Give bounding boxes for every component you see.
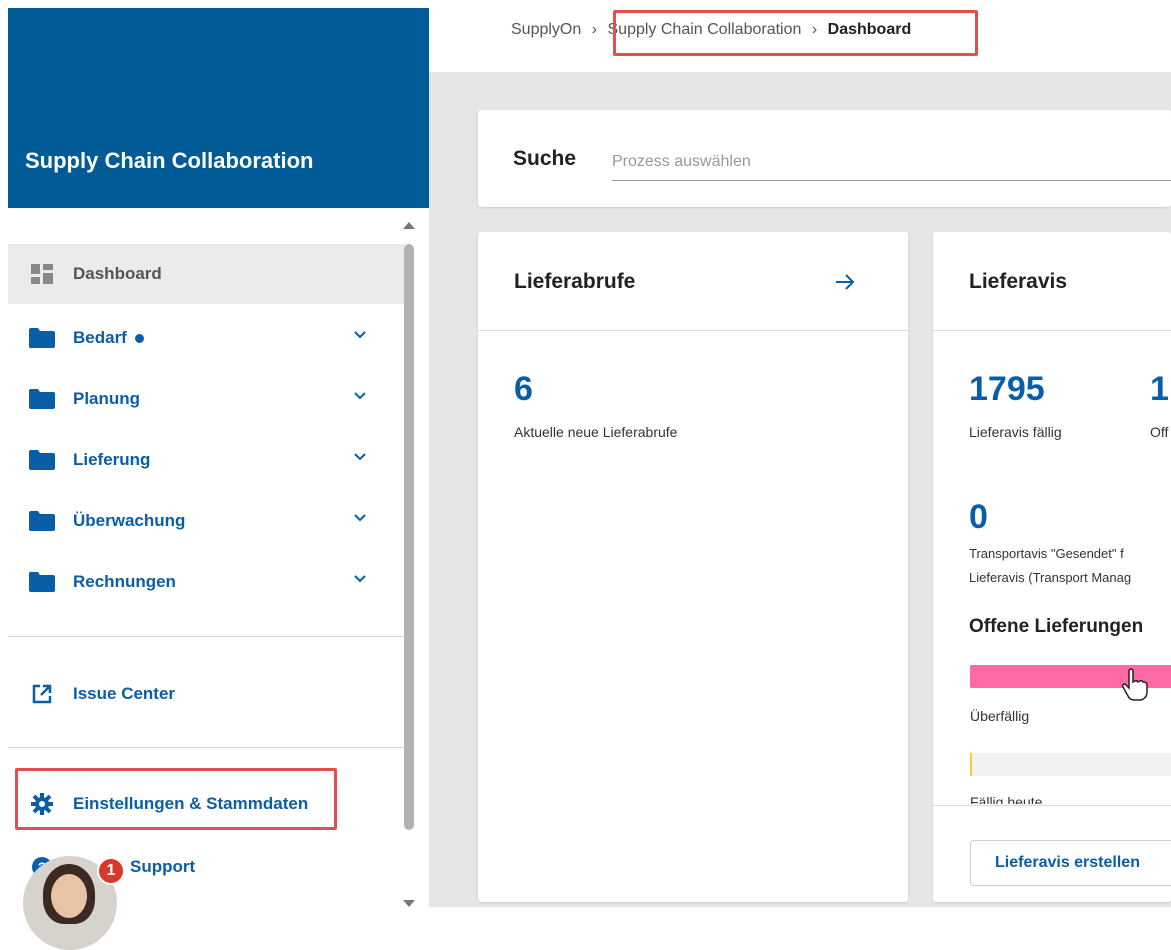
lieferabrufe-count[interactable]: 6 [514,370,533,409]
chevron-down-icon[interactable] [353,511,367,525]
external-link-icon [27,683,57,705]
folder-icon [27,571,57,593]
sidebar-item-label: Überwachung [73,511,186,530]
chevron-right-icon: › [591,21,598,38]
due-today-bar[interactable] [970,753,1171,776]
create-lieferavis-button[interactable]: Lieferavis erstellen [970,840,1171,886]
sidebar-item-ueberwachung[interactable]: Überwachung [8,491,405,551]
sidebar-divider [8,636,405,637]
search-input[interactable] [612,144,1171,181]
folder-icon [27,510,57,532]
transportavis-count[interactable]: 0 [969,498,988,537]
chevron-down-icon[interactable] [353,450,367,464]
highlight-box [15,768,337,830]
chevron-down-icon[interactable] [353,328,367,342]
dashboard-icon [27,263,57,285]
sidebar-item-label: Dashboard [73,264,162,283]
due-today-label: Fällig heute [970,794,1043,804]
open-deliveries-title: Offene Lieferungen [969,616,1144,637]
sidebar-item-issue-center[interactable]: Issue Center [8,664,405,724]
sidebar-divider [8,747,405,748]
chevron-down-icon[interactable] [353,389,367,403]
notification-dot [134,333,144,343]
search-label: Suche [513,147,577,170]
sidebar-item-rechnungen[interactable]: Rechnungen [8,552,405,612]
transportavis-label-2: Lieferavis (Transport Manag [969,570,1132,585]
lieferavis-due-label: Lieferavis fällig [969,424,1062,440]
lieferavis-open-count[interactable]: 1 [1150,370,1169,409]
folder-icon [27,449,57,471]
breadcrumb-root[interactable]: SupplyOn [511,21,581,38]
sidebar-item-label: & Support [113,857,196,876]
sidebar-item-label: Rechnungen [73,572,176,591]
sidebar-item-lieferung[interactable]: Lieferung [8,430,405,490]
sidebar-item-dashboard[interactable]: Dashboard [8,244,405,304]
sidebar-scrollbar[interactable] [404,244,414,830]
card-divider [933,805,1171,806]
scroll-up-arrow[interactable] [403,222,415,229]
lieferabrufe-count-label: Aktuelle neue Lieferabrufe [514,424,678,440]
card-title: Lieferavis [969,270,1068,293]
card-title: Lieferabrufe [514,270,636,293]
sidebar-item-bedarf[interactable]: Bedarf [8,308,405,368]
avatar-face [51,874,87,918]
sidebar-item-label: Lieferung [73,450,151,469]
card-divider [933,330,1171,331]
folder-icon [27,388,57,410]
lieferavis-due-count[interactable]: 1795 [969,370,1045,409]
chevron-down-icon[interactable] [353,572,367,586]
folder-icon [27,327,57,349]
sidebar-item-label: Bedarf [73,328,127,347]
search-card: Suche [478,110,1171,207]
lieferavis-open-label: Off [1150,424,1169,440]
notification-badge: 1 [97,857,125,885]
app-title: Supply Chain Collaboration [25,148,314,173]
overdue-label: Überfällig [970,708,1030,724]
card-lieferabrufe: Lieferabrufe 6 Aktuelle neue Lieferabruf… [478,232,908,902]
arrow-right-icon[interactable] [834,272,856,292]
transportavis-label-1: Transportavis "Gesendet" f [969,546,1124,561]
highlight-box [613,10,978,56]
sidebar-header: Supply Chain Collaboration [8,8,429,208]
card-lieferavis: Lieferavis 1795 Lieferavis fällig 1 Off … [933,232,1171,902]
sidebar-item-label: Issue Center [73,684,176,703]
scroll-down-arrow[interactable] [403,900,415,907]
sidebar-item-planung[interactable]: Planung [8,369,405,429]
card-divider [478,330,908,331]
sidebar-item-label: Planung [73,389,141,408]
hand-cursor-icon [1122,668,1148,701]
